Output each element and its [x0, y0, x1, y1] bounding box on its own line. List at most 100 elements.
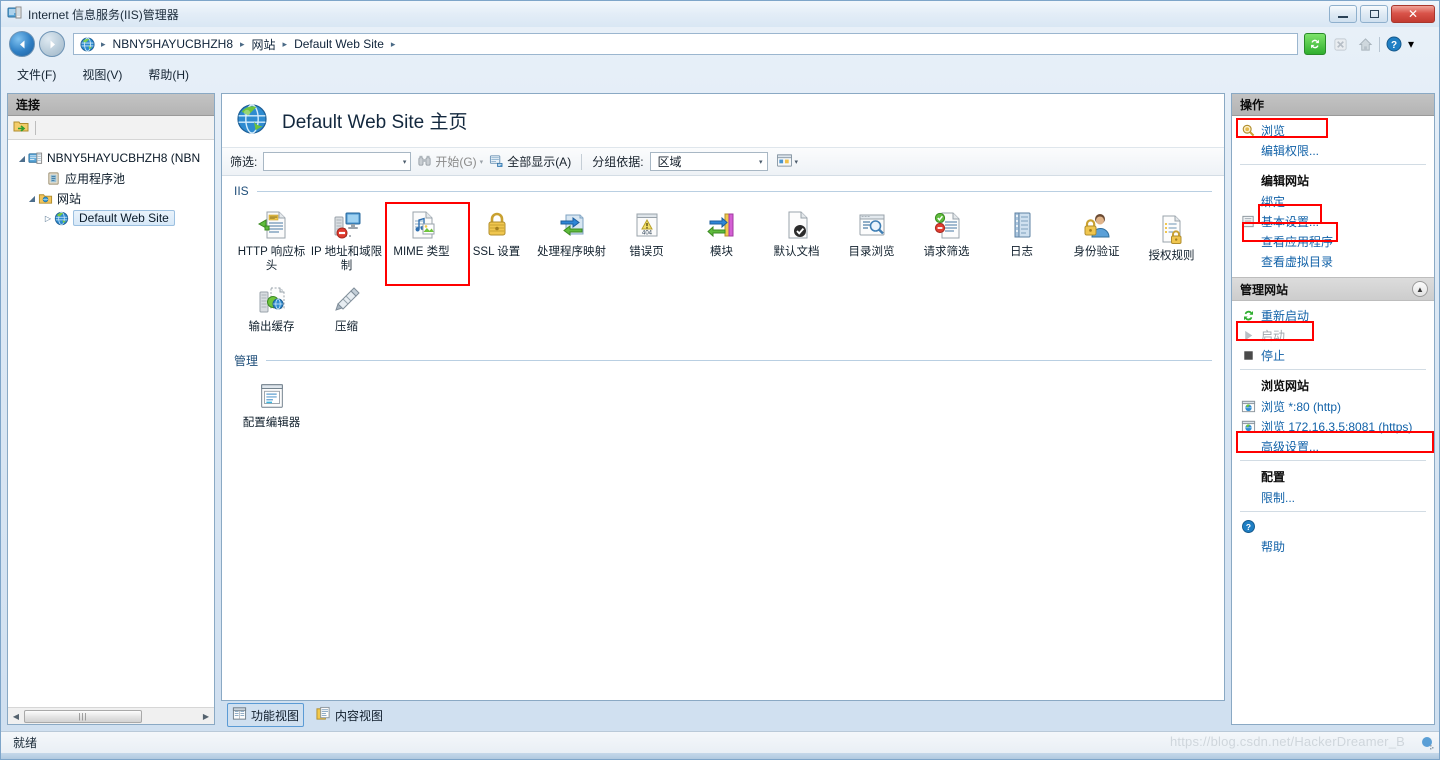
breadcrumb[interactable]: ▸ NBNY5HAYUCBHZH8 ▸ 网站 ▸ Default Web Sit… — [73, 33, 1298, 55]
action-bindings[interactable]: 绑定... — [1232, 191, 1434, 211]
expander-icon[interactable]: ▷ — [42, 214, 54, 223]
scroll-right-arrow[interactable]: ▶ — [198, 712, 214, 721]
action-label: 查看应用程序 — [1261, 233, 1333, 250]
group-by-select[interactable]: 区域 ▾ — [650, 152, 768, 171]
view-mode-icon[interactable] — [776, 153, 793, 171]
close-button[interactable]: ✕ — [1391, 5, 1435, 23]
action-label: 停止 — [1261, 347, 1285, 364]
expander-icon[interactable]: ◢ — [16, 154, 28, 163]
default-document-icon — [780, 208, 814, 242]
feature-modules[interactable]: 模块 — [684, 202, 759, 273]
chevron-up-icon[interactable]: ▲ — [1412, 281, 1428, 297]
spacer-icon — [1240, 233, 1256, 249]
feature-request-filtering[interactable]: 请求筛选 — [909, 202, 984, 273]
feature-http-response-headers[interactable]: HTTP 响应标头 — [234, 202, 309, 273]
window-controls: ✕ — [1329, 5, 1435, 23]
action-edit-permissions[interactable]: 编辑权限... — [1232, 140, 1434, 160]
spacer-icon — [1240, 468, 1256, 484]
action-view-virtual-directories[interactable]: 查看虚拟目录 — [1232, 251, 1434, 271]
maximize-button[interactable] — [1360, 5, 1388, 23]
tab-label: 内容视图 — [335, 707, 383, 724]
feature-authorization-rules[interactable]: 授权规则 — [1134, 202, 1209, 273]
home-icon[interactable] — [1354, 33, 1376, 55]
tree-node-sites[interactable]: ◢ 网站 — [12, 188, 210, 208]
svg-text:?: ? — [1391, 40, 1397, 51]
feature-default-document[interactable]: 默认文档 — [759, 202, 834, 273]
feature-mime-types[interactable]: MIME 类型 — [384, 202, 459, 273]
browse-icon — [1240, 122, 1256, 138]
action-label: 基本设置... — [1261, 213, 1319, 230]
feature-compression[interactable]: 压缩 — [309, 273, 384, 334]
page-title: Default Web Site 主页 — [282, 107, 468, 134]
back-button[interactable] — [9, 31, 35, 57]
action-advanced-settings[interactable]: 高级设置... — [1232, 436, 1434, 456]
refresh-icon[interactable] — [1304, 33, 1326, 55]
menu-bar: 文件(F) 视图(V) 帮助(H) — [1, 61, 1440, 87]
chevron-down-icon[interactable]: ▾ — [795, 158, 799, 166]
action-view-applications[interactable]: 查看应用程序 — [1232, 231, 1434, 251]
scroll-thumb[interactable]: ||| — [24, 710, 142, 723]
feature-handler-mappings[interactable]: 处理程序映射 — [534, 202, 609, 273]
tab-features-view[interactable]: 功能视图 — [227, 703, 304, 727]
action-limits[interactable]: 限制... — [1232, 487, 1434, 507]
filter-go-button[interactable]: 开始(G) ▾ — [417, 153, 483, 171]
action-stop[interactable]: 停止 — [1232, 345, 1434, 365]
scroll-left-arrow[interactable]: ◀ — [8, 712, 24, 721]
show-all-button[interactable]: 全部显示(A) — [489, 153, 571, 171]
action-browse[interactable]: 浏览 — [1232, 120, 1434, 140]
feature-label: 默认文档 — [761, 245, 833, 259]
manage-site-list: 重新启动 启动 停止 — [1232, 301, 1434, 556]
section-header-manage-site[interactable]: 管理网站 ▲ — [1232, 277, 1434, 301]
resize-grip[interactable] — [1420, 736, 1434, 750]
action-label: 编辑权限... — [1261, 142, 1319, 159]
chevron-down-icon[interactable]: ▾ — [480, 158, 484, 166]
spacer-icon — [1240, 142, 1256, 158]
breadcrumb-item-site[interactable]: Default Web Site — [291, 36, 387, 52]
mime-types-icon — [405, 208, 439, 242]
menu-item-file[interactable]: 文件(F) — [17, 66, 56, 83]
forward-button[interactable] — [39, 31, 65, 57]
show-all-label: 全部显示(A) — [507, 153, 571, 170]
connect-folder-icon[interactable] — [13, 118, 29, 137]
breadcrumb-item-server[interactable]: NBNY5HAYUCBHZH8 — [110, 36, 236, 52]
action-restart[interactable]: 重新启动 — [1232, 305, 1434, 325]
tree-node-app-pools[interactable]: 应用程序池 — [12, 168, 210, 188]
breadcrumb-item-sites[interactable]: 网站 — [249, 35, 279, 54]
feature-configuration-editor[interactable]: 配置编辑器 — [234, 373, 309, 430]
feature-label: 模块 — [686, 245, 758, 259]
action-basic-settings[interactable]: 基本设置... — [1232, 211, 1434, 231]
feature-ip-domain-restrictions[interactable]: IP 地址和域限制 — [309, 202, 384, 273]
tree-node-server[interactable]: ◢ NBNY5HAYUCBHZH8 (NBN — [12, 148, 210, 168]
menu-item-view[interactable]: 视图(V) — [82, 66, 122, 83]
compression-icon — [330, 283, 364, 317]
minimize-button[interactable] — [1329, 5, 1357, 23]
menu-item-help[interactable]: 帮助(H) — [148, 66, 189, 83]
chevron-down-icon[interactable]: ▾ — [403, 158, 407, 166]
divider — [1240, 164, 1426, 165]
action-section-browse-site: 浏览网站 — [1232, 374, 1434, 396]
action-browse-http[interactable]: 浏览 *:80 (http) — [1232, 396, 1434, 416]
section-label: 浏览网站 — [1261, 377, 1309, 394]
feature-ssl-settings[interactable]: SSL 设置 — [459, 202, 534, 273]
help-icon[interactable]: ? — [1383, 33, 1405, 55]
actions-header: 操作 — [1232, 94, 1434, 116]
spacer-icon — [1240, 377, 1256, 393]
feature-label: 处理程序映射 — [536, 245, 608, 259]
feature-authentication[interactable]: 身份验证 — [1059, 202, 1134, 273]
tab-content-view[interactable]: 内容视图 — [312, 704, 387, 726]
action-browse-https[interactable]: 浏览 172.16.3.5:8081 (https) — [1232, 416, 1434, 436]
feature-output-caching[interactable]: 输出缓存 — [234, 273, 309, 334]
expander-icon[interactable]: ◢ — [26, 194, 38, 203]
action-help[interactable]: ? — [1232, 516, 1434, 536]
filter-input[interactable]: ▾ — [263, 152, 411, 171]
window-bottom-edge — [1, 753, 1440, 760]
action-online-help[interactable]: 帮助 — [1232, 536, 1434, 556]
tree-node-default-web-site[interactable]: ▷ Default Web Site — [12, 208, 210, 228]
feature-directory-browsing[interactable]: 目录浏览 — [834, 202, 909, 273]
chevron-down-icon[interactable]: ▾ — [759, 158, 763, 166]
connections-hscrollbar[interactable]: ◀ ||| ▶ — [8, 707, 214, 724]
help-dropdown-caret[interactable]: ▾ — [1408, 37, 1414, 51]
feature-logging[interactable]: 日志 — [984, 202, 1059, 273]
feature-label: 输出缓存 — [236, 320, 308, 334]
feature-error-pages[interactable]: 404 错误页 — [609, 202, 684, 273]
